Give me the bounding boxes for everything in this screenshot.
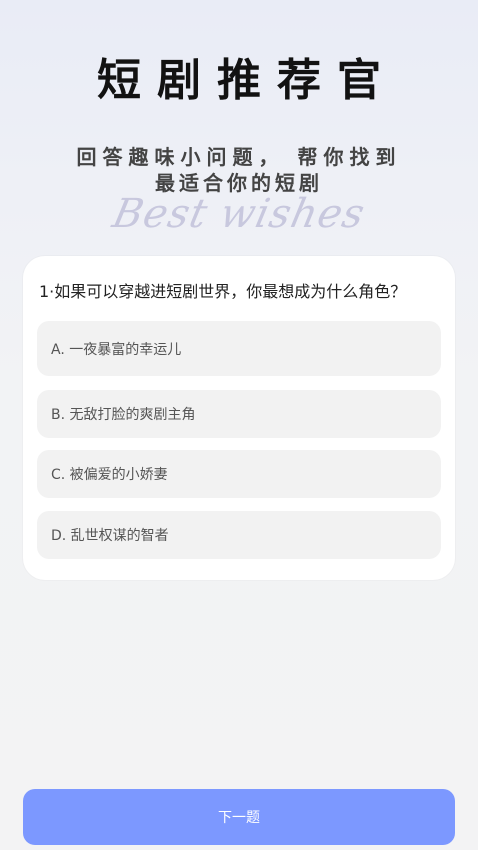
option-a-label: A. 一夜暴富的幸运儿 bbox=[51, 341, 182, 358]
header: 短剧推荐官 回答趣味小问题， 帮你找到 最适合你的短剧 Best wishes bbox=[0, 0, 478, 250]
option-c[interactable]: C. 被偏爱的小娇妻 bbox=[37, 450, 441, 498]
footer: 下一题 bbox=[0, 768, 478, 850]
quiz-card: 1·如果可以穿越进短剧世界，你最想成为什么角色？ A. 一夜暴富的幸运儿 B. … bbox=[23, 256, 455, 580]
decorative-script-text: Best wishes bbox=[108, 191, 370, 237]
option-b-label: B. 无敌打脸的爽剧主角 bbox=[51, 407, 196, 423]
option-a[interactable]: A. 一夜暴富的幸运儿 bbox=[37, 321, 441, 376]
subtitle-line-1: 回答趣味小问题， 帮你找到 bbox=[76, 145, 402, 169]
page-subtitle: 回答趣味小问题， 帮你找到 最适合你的短剧 bbox=[0, 144, 478, 196]
option-c-label: C. 被偏爱的小娇妻 bbox=[51, 467, 168, 483]
option-d[interactable]: D. 乱世权谋的智者 bbox=[37, 511, 441, 559]
next-question-button[interactable]: 下一题 bbox=[23, 789, 455, 845]
question-text: 1·如果可以穿越进短剧世界，你最想成为什么角色？ bbox=[39, 282, 407, 301]
option-b[interactable]: B. 无敌打脸的爽剧主角 bbox=[37, 390, 441, 438]
option-d-label: D. 乱世权谋的智者 bbox=[51, 528, 169, 544]
next-question-label: 下一题 bbox=[218, 810, 260, 826]
page-title: 短剧推荐官 bbox=[97, 55, 397, 106]
